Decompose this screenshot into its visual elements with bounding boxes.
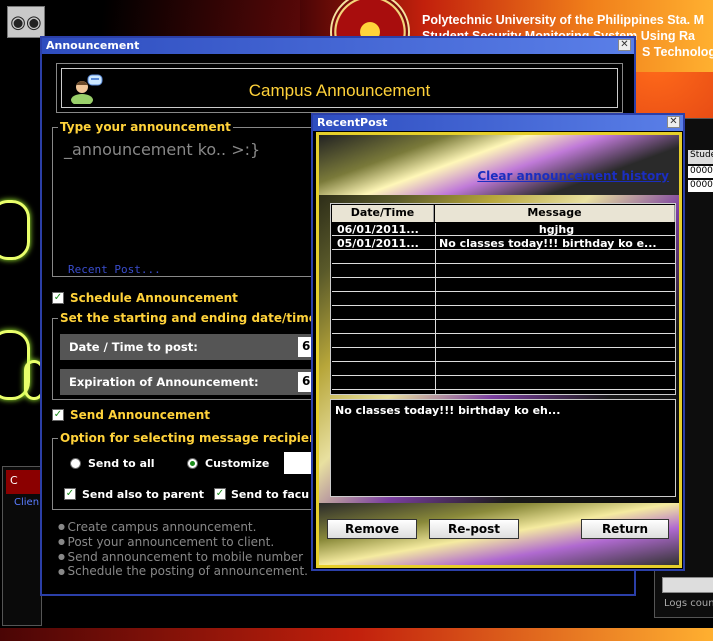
return-button[interactable]: Return	[581, 519, 669, 539]
cell-message: No classes today!!! birthday ko e...	[439, 237, 657, 250]
logs-count-label: Logs coun	[664, 598, 713, 609]
recentpost-titlebar[interactable]: RecentPost ✕	[313, 115, 683, 131]
col-header-message[interactable]: Message	[435, 205, 675, 222]
schedule-checkbox[interactable]: ✓	[52, 292, 64, 304]
recentpost-frame: Clear announcement history Date/Time Mes…	[316, 132, 682, 568]
announcement-titlebar[interactable]: Announcement ✕	[42, 38, 634, 54]
binoculars-icon[interactable]: ◉◉	[7, 6, 45, 38]
header-title: Campus Announcement	[248, 81, 431, 100]
recentpost-window: RecentPost ✕ Clear announcement history …	[311, 113, 685, 571]
table-row[interactable]: 05/01/2011... No classes today!!! birthda…	[332, 237, 675, 250]
recent-post-link[interactable]: Recent Post...	[68, 263, 161, 276]
type-announcement-legend: Type your announcement	[58, 120, 233, 134]
date-post-row: Date / Time to post: 6	[60, 334, 320, 360]
date-post-label: Date / Time to post:	[69, 340, 198, 354]
horizontal-scrollbar[interactable]	[662, 577, 713, 593]
tips-list: Create campus announcement. Post your an…	[58, 520, 308, 579]
expiration-label: Expiration of Announcement:	[69, 375, 259, 389]
tip-item: Post your announcement to client.	[58, 535, 308, 550]
students-column-header: Studen	[688, 150, 713, 164]
expiration-row: Expiration of Announcement: 6	[60, 369, 320, 395]
recentpost-close-button[interactable]: ✕	[667, 116, 680, 128]
table-row[interactable]	[332, 349, 675, 362]
client-header: C	[6, 470, 42, 494]
table-row[interactable]	[332, 307, 675, 320]
send-to-all-label: Send to all	[88, 457, 155, 470]
table-row[interactable]	[332, 265, 675, 278]
send-faculty-checkbox[interactable]: ✓	[214, 488, 226, 500]
table-row[interactable]	[332, 293, 675, 306]
student-cell: 00008	[688, 180, 713, 192]
customize-label: Customize	[205, 457, 270, 470]
message-detail[interactable]: No classes today!!! birthday ko eh...	[330, 399, 676, 497]
col-header-date[interactable]: Date/Time	[332, 205, 434, 222]
footer-banner	[0, 628, 713, 641]
table-row[interactable]	[332, 321, 675, 334]
repost-button[interactable]: Re-post	[429, 519, 519, 539]
posts-grid: Date/Time Message 06/01/2011... hgjhg 05/0…	[330, 203, 676, 395]
send-parent-label: Send also to parent	[82, 488, 204, 501]
cell-date: 06/01/2011...	[337, 223, 419, 236]
send-parent-checkbox[interactable]: ✓	[64, 488, 76, 500]
announcement-header: Campus Announcement	[56, 63, 623, 113]
student-cell: 00008	[688, 166, 713, 178]
clear-history-link[interactable]: Clear announcement history	[477, 169, 669, 183]
announcement-textarea[interactable]: _announcement ko.. >:}	[64, 140, 314, 260]
customize-radio[interactable]	[187, 458, 198, 469]
schedule-label: Schedule Announcement	[70, 291, 238, 305]
neon-decoration	[0, 200, 30, 260]
cell-date: 05/01/2011...	[337, 237, 419, 250]
table-row[interactable]	[332, 279, 675, 292]
tip-item: Create campus announcement.	[58, 520, 308, 535]
table-row[interactable]	[332, 363, 675, 376]
send-faculty-label: Send to facu	[231, 488, 310, 501]
send-announcement-label: Send Announcement	[70, 408, 210, 422]
recentpost-window-title: RecentPost	[317, 116, 388, 129]
remove-button[interactable]: Remove	[327, 519, 417, 539]
recipient-legend: Option for selecting message recipient	[58, 431, 326, 445]
send-to-all-radio[interactable]	[70, 458, 81, 469]
table-row[interactable]	[332, 251, 675, 264]
cell-message: hgjhg	[538, 223, 575, 236]
send-announcement-checkbox[interactable]: ✓	[52, 409, 64, 421]
table-row[interactable]: 06/01/2011... hgjhg	[332, 223, 675, 236]
tip-item: Send announcement to mobile number	[58, 550, 308, 565]
decorative-art	[319, 135, 679, 195]
table-row[interactable]	[332, 377, 675, 390]
tip-item: Schedule the posting of announcement.	[58, 564, 308, 579]
table-row[interactable]	[332, 335, 675, 348]
datetime-legend: Set the starting and ending date/time	[58, 311, 319, 325]
client-label: Clien	[14, 497, 40, 508]
announcement-close-button[interactable]: ✕	[618, 39, 631, 51]
announcement-window-title: Announcement	[46, 39, 140, 52]
university-line-1: Polytechnic University of the Philippine…	[422, 13, 705, 27]
